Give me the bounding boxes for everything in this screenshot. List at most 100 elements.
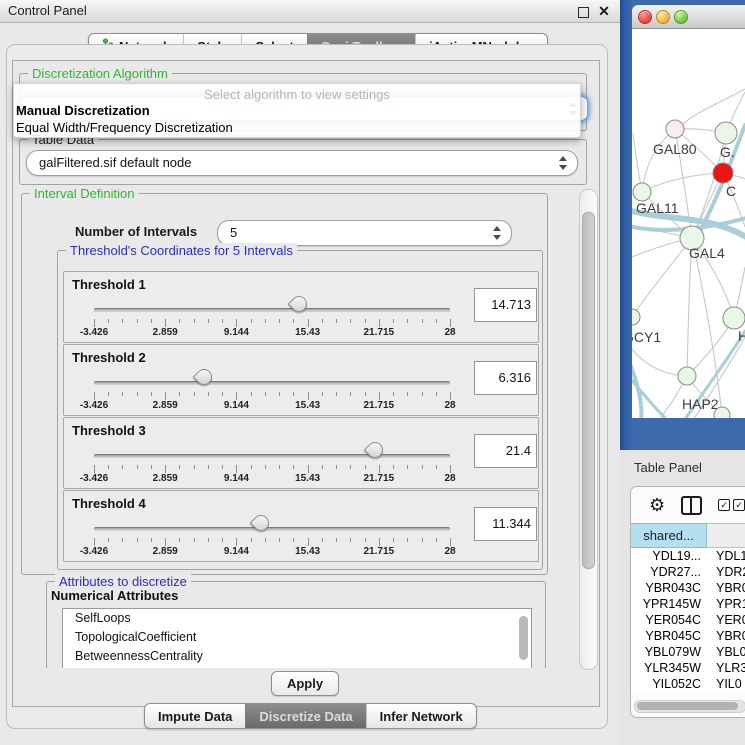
checkbox-icons[interactable]: ✓ ✓: [718, 499, 745, 511]
network-canvas[interactable]: GAL80G.CGAL11GAL4GCY1HHAP2: [632, 29, 745, 418]
table-row[interactable]: YPR145WYPR1: [631, 596, 745, 612]
table-row[interactable]: YBR045CYBR0: [631, 628, 745, 644]
table-row[interactable]: YDL19...YDL1: [631, 548, 745, 564]
network-node[interactable]: [714, 407, 730, 418]
network-window-titlebar[interactable]: [632, 5, 745, 29]
slider-tick: [336, 465, 337, 469]
scrollbar-thumb[interactable]: [582, 212, 595, 569]
attributes-groupbox: Attributes to discretize Numerical Attri…: [46, 581, 546, 668]
slider-tick: [322, 465, 323, 469]
attribute-item[interactable]: BetweennessCentrality: [63, 647, 531, 666]
network-node-h[interactable]: [723, 307, 745, 329]
algorithm-group-title: Discretization Algorithm: [28, 66, 172, 81]
slider-tick: [379, 538, 380, 546]
slider-tick: [350, 538, 351, 542]
table-data-groupbox: Table Data galFiltered.sif default node: [19, 139, 587, 185]
network-desktop: GAL80G.CGAL11GAL4GCY1HHAP2: [620, 0, 745, 450]
threshold-value-field[interactable]: 21.4: [474, 434, 537, 468]
slider-track[interactable]: [94, 454, 450, 458]
slider-tick: [322, 319, 323, 323]
network-node-gal80[interactable]: [666, 120, 684, 138]
slider-scale-label: 21.715: [364, 546, 395, 557]
slider-tick: [151, 465, 152, 469]
settings-scroll-viewport: Interval Definition Number of Intervals …: [17, 189, 579, 668]
tab-discretize-data[interactable]: Discretize Data: [245, 704, 365, 728]
slider-tick: [179, 538, 180, 542]
zoom-traffic-light-icon[interactable]: [674, 10, 688, 24]
gear-icon[interactable]: ⚙: [649, 496, 665, 514]
slider-tick: [379, 465, 380, 473]
slider-tick: [251, 392, 252, 396]
slider-track[interactable]: [94, 308, 450, 312]
network-node-label: C: [726, 183, 736, 199]
slider-tick: [108, 465, 109, 469]
cell-shared-name: YDL19...: [631, 548, 706, 564]
slider-tick: [208, 465, 209, 469]
slider-scale-label: 21.715: [364, 473, 395, 484]
app-root: Control Panel ✕ NetworkStyleSelectCyni T…: [0, 0, 745, 745]
table-panel-section: Table Panel ⚙ ✓ ✓ shared... name YDL19..…: [620, 450, 745, 745]
slider-tick: [365, 538, 366, 542]
slider-scale-label: 28: [444, 400, 455, 411]
network-edge: [632, 238, 692, 317]
threshold-value-field[interactable]: 11.344: [474, 507, 537, 541]
table-row[interactable]: YBR043CYBR0: [631, 580, 745, 596]
minimize-traffic-light-icon[interactable]: [656, 10, 670, 24]
split-column-icon[interactable]: [681, 496, 702, 515]
table-row[interactable]: YER054CYER0: [631, 612, 745, 628]
tab-impute-data[interactable]: Impute Data: [145, 704, 245, 728]
threshold-value-field[interactable]: 14.713: [474, 288, 537, 322]
slider-tick: [137, 392, 138, 396]
close-traffic-light-icon[interactable]: [638, 10, 652, 24]
slider-tick: [165, 319, 166, 327]
slider-tick: [350, 392, 351, 396]
tab-label: Discretize Data: [259, 709, 352, 724]
slider-scale-label: -3.426: [80, 473, 108, 484]
slider-track[interactable]: [94, 527, 450, 531]
slider-tick: [108, 538, 109, 542]
slider-scale-label: 2.859: [153, 473, 178, 484]
slider-tick: [308, 538, 309, 546]
node-table: ⚙ ✓ ✓ shared... name YDL19...YDL1YDR27..…: [630, 486, 745, 718]
numerical-attributes-list[interactable]: SelfLoopsTopologicalCoefficientBetweenne…: [62, 608, 532, 668]
network-node-hap2[interactable]: [678, 367, 696, 385]
scrollbar-thumb[interactable]: [519, 616, 528, 660]
table-row[interactable]: YLR345WYLR3: [631, 660, 745, 676]
slider-tick: [379, 319, 380, 327]
slider-tick: [194, 392, 195, 396]
slider-scale-label: 28: [444, 327, 455, 338]
slider-tick: [251, 465, 252, 469]
slider-scale-label: 28: [444, 473, 455, 484]
table-row[interactable]: YIL052CYIL0: [631, 676, 745, 692]
threshold-value-field[interactable]: 6.316: [474, 361, 537, 395]
slider-tick: [108, 319, 109, 323]
float-window-icon[interactable]: [578, 7, 589, 18]
algorithm-option-equal-width[interactable]: Equal Width/Frequency Discretization: [16, 120, 233, 135]
column-header-name[interactable]: name: [707, 523, 745, 548]
slider-tick: [194, 538, 195, 542]
table-row[interactable]: YBL079WYBL0: [631, 644, 745, 660]
attribute-item[interactable]: TopologicalCoefficient: [63, 628, 531, 647]
scrollbar-thumb[interactable]: [637, 702, 738, 710]
slider-scale-label: -3.426: [80, 327, 108, 338]
close-icon[interactable]: ✕: [596, 2, 612, 20]
attribute-item[interactable]: SelfLoops: [63, 609, 531, 628]
table-row[interactable]: YDR27...YDR2: [631, 564, 745, 580]
table-header-row: shared... name: [631, 523, 745, 548]
network-node-gal11[interactable]: [633, 183, 651, 201]
table-data-combobox[interactable]: galFiltered.sif default node: [26, 150, 578, 176]
cell-shared-name: YDR27...: [631, 564, 706, 580]
column-header-shared-name[interactable]: shared...: [631, 523, 707, 548]
network-node-label: GCY1: [632, 329, 661, 345]
network-node-g-[interactable]: [715, 122, 737, 144]
slider-tick: [450, 465, 451, 473]
network-node-gcy1[interactable]: [632, 309, 640, 325]
slider-scale-label: 9.144: [224, 546, 249, 557]
network-node-label: HAP2: [682, 396, 719, 412]
network-node-c[interactable]: [713, 163, 733, 183]
cell-name: YDR2: [706, 564, 745, 580]
algorithm-option-manual[interactable]: Manual Discretization: [16, 103, 150, 118]
tab-infer-network[interactable]: Infer Network: [366, 704, 476, 728]
apply-button[interactable]: Apply: [271, 671, 339, 696]
slider-track[interactable]: [94, 381, 450, 385]
